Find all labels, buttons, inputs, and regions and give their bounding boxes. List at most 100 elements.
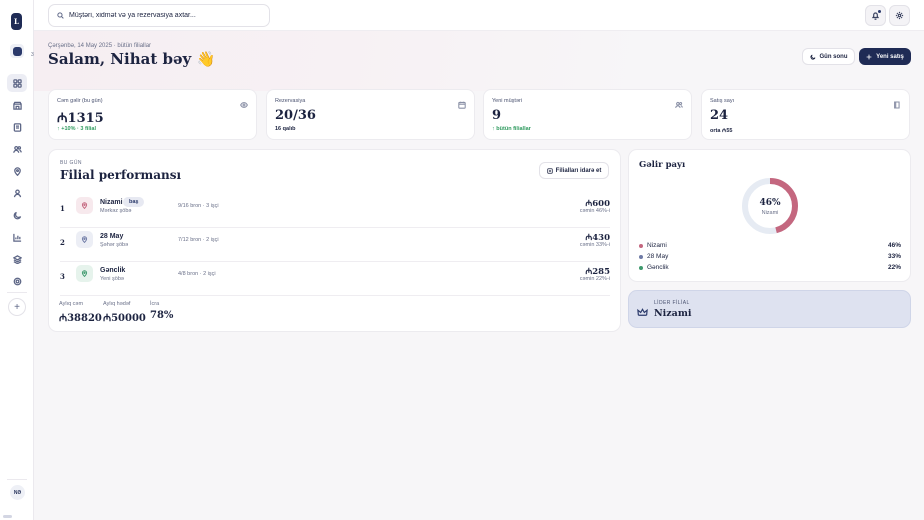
grid-icon bbox=[12, 78, 22, 88]
map-pin-icon bbox=[13, 166, 21, 176]
stat-sub: ↑ +10% · 3 filial bbox=[57, 126, 96, 132]
stat-label: Cəm gəlir (bu gün) bbox=[57, 98, 103, 104]
branch-rank: 2 bbox=[60, 238, 65, 247]
moon-icon bbox=[809, 54, 815, 60]
nav-reports[interactable] bbox=[7, 228, 27, 246]
stat-value: 9 bbox=[492, 108, 502, 123]
summary-monthly-target: Aylıq hədəf ₼50000 bbox=[103, 301, 146, 324]
legend-dot bbox=[639, 255, 643, 259]
sidebar-divider bbox=[7, 292, 27, 293]
branch-badge bbox=[76, 197, 93, 214]
legend-dot bbox=[639, 244, 643, 248]
leader-name: Nizami bbox=[654, 308, 692, 319]
gear-icon bbox=[895, 11, 904, 20]
nav-store[interactable] bbox=[7, 96, 27, 114]
settings-button[interactable] bbox=[889, 5, 910, 26]
stat-icon bbox=[893, 96, 901, 109]
legend-value: 33% bbox=[887, 253, 901, 260]
plus-icon bbox=[866, 54, 872, 59]
book-icon bbox=[894, 101, 900, 109]
brand-logo[interactable]: L bbox=[11, 13, 22, 30]
new-sale-label: Yeni satış bbox=[876, 53, 904, 60]
nav-dashboard[interactable] bbox=[7, 74, 27, 92]
eye-icon bbox=[240, 102, 248, 108]
donut-center-label: Nizami bbox=[761, 210, 779, 216]
nav-staff[interactable] bbox=[7, 184, 27, 202]
users-icon bbox=[675, 101, 683, 109]
nav-settings[interactable] bbox=[7, 272, 27, 290]
branch-name: Nizami bbox=[100, 199, 123, 206]
summary-label: İcra bbox=[150, 301, 160, 307]
search-icon bbox=[57, 12, 64, 19]
stat-icon bbox=[458, 96, 466, 109]
users-icon bbox=[12, 145, 22, 153]
branch-subtitle: Mərkəz şöbə bbox=[100, 208, 132, 214]
add-button[interactable]: + bbox=[8, 298, 26, 316]
leader-eyebrow: LİDER FİLİAL bbox=[654, 300, 690, 306]
branch-badge bbox=[76, 231, 93, 248]
notifications-button[interactable] bbox=[865, 5, 886, 26]
receipt-icon bbox=[13, 122, 21, 132]
branch-rank: 1 bbox=[60, 204, 65, 213]
nav-sales[interactable] bbox=[7, 118, 27, 136]
donut-center-value: 46% bbox=[759, 198, 781, 208]
workspace-icon bbox=[12, 46, 22, 56]
branch-meta: 9/16 bron · 3 işçi bbox=[178, 203, 219, 209]
branch-badge bbox=[76, 265, 93, 282]
manage-branches-label: Filialları idarə et bbox=[555, 167, 602, 174]
nav-night[interactable] bbox=[7, 206, 27, 224]
leader-branch-card: LİDER FİLİAL Nizami bbox=[628, 290, 911, 328]
stat-card-revenue: Cəm gəlir (bu gün) ₼1315 ↑ +10% · 3 fili… bbox=[48, 89, 257, 140]
stat-icon bbox=[675, 96, 683, 109]
summary-value: ₼50000 bbox=[103, 313, 146, 324]
search-input[interactable] bbox=[69, 12, 259, 19]
page-title: Salam, Nihat bəy 👋 bbox=[48, 50, 216, 68]
branch-row[interactable]: 2 28 May Şəhər şöbə 7/12 bron · 2 işçi ₼… bbox=[60, 228, 610, 262]
stat-value: 20/36 bbox=[275, 108, 316, 123]
legend-dot bbox=[639, 266, 643, 270]
map-pin-icon bbox=[81, 236, 88, 243]
stat-label: Rezervasiya bbox=[275, 98, 306, 104]
stat-sub: orta ₼55 bbox=[710, 128, 733, 134]
stat-action[interactable] bbox=[240, 96, 248, 108]
moon-icon bbox=[13, 211, 21, 219]
nav-branches[interactable] bbox=[7, 162, 27, 180]
end-day-label: Gün sonu bbox=[819, 53, 848, 60]
end-day-button[interactable]: Gün sonu bbox=[802, 48, 855, 65]
map-pin-icon bbox=[81, 270, 88, 277]
new-sale-button[interactable]: Yeni satış bbox=[859, 48, 911, 65]
legend-item: Gənclik 22% bbox=[639, 264, 901, 274]
branch-row[interactable]: 3 Gənclik Yeni şöbə 4/8 bron · 2 işçi ₼2… bbox=[60, 262, 610, 296]
branch-row[interactable]: 1 Nizami baş Mərkəz şöbə 9/16 bron · 3 i… bbox=[60, 194, 610, 228]
notification-dot bbox=[878, 10, 881, 13]
stat-card-new-customers: Yeni müştəri 9 ↑ bütün filiallar bbox=[483, 89, 692, 140]
manage-branches-button[interactable]: Filialları idarə et bbox=[539, 162, 609, 179]
stat-sub: ↑ bütün filiallar bbox=[492, 126, 531, 132]
branch-subtitle: Şəhər şöbə bbox=[100, 242, 129, 248]
legend-value: 22% bbox=[887, 264, 901, 271]
head-branch-chip: baş bbox=[123, 197, 145, 207]
map-pin-icon bbox=[81, 202, 88, 209]
summary-label: Aylıq cəm bbox=[59, 301, 84, 307]
store-icon bbox=[12, 101, 22, 110]
crown-icon bbox=[637, 308, 648, 316]
income-share-card: Gəlir payı 46% Nizami Nizami 46% 28 May … bbox=[628, 149, 911, 282]
nav-inventory[interactable] bbox=[7, 250, 27, 268]
workspace-switcher[interactable] bbox=[10, 44, 24, 58]
avatar[interactable]: NƏ bbox=[10, 485, 25, 500]
sidebar: L 3 + NƏ bbox=[0, 0, 34, 520]
crown-icon-wrap bbox=[637, 305, 648, 316]
sidebar-collapse-handle[interactable] bbox=[3, 515, 12, 518]
nav-customers[interactable] bbox=[7, 140, 27, 158]
legend-item: Nizami 46% bbox=[639, 242, 901, 252]
summary-completion: İcra 78% bbox=[150, 301, 173, 321]
card-eyebrow: BU GÜN bbox=[60, 160, 82, 166]
branch-share: cəmin 22%-i bbox=[579, 276, 610, 282]
search-box[interactable] bbox=[48, 4, 270, 27]
stat-sub: 16 qalıb bbox=[275, 126, 296, 132]
card-title: Gəlir payı bbox=[639, 160, 686, 170]
user-icon bbox=[13, 189, 21, 197]
layers-icon bbox=[12, 254, 22, 264]
branch-share: cəmin 33%-i bbox=[579, 242, 610, 248]
sidebar-divider bbox=[7, 479, 27, 480]
